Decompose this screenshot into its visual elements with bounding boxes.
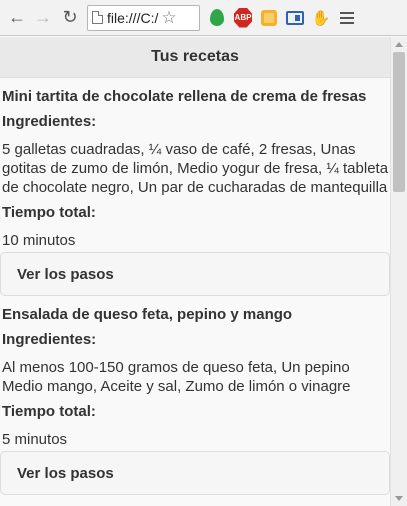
recipe-title: Ensalada de queso feta, pepino y mango xyxy=(2,306,293,323)
page-viewport: Tus recetas Mini tartita de chocolate re… xyxy=(0,37,390,506)
menu-icon[interactable] xyxy=(340,11,354,24)
time-value: 10 minutos xyxy=(2,232,76,249)
scrollbar-thumb[interactable] xyxy=(393,52,405,192)
time-value: 5 minutos xyxy=(2,431,68,448)
view-steps-button[interactable]: Ver los pasos xyxy=(0,451,390,495)
view-steps-button[interactable]: Ver los pasos xyxy=(0,252,390,296)
ingredients-text: 5 galletas cuadradas, ¼ vaso de café, 2 … xyxy=(2,141,389,196)
page-title: Tus recetas xyxy=(0,37,390,78)
cube-extension-icon[interactable] xyxy=(260,9,278,27)
leaf-extension-icon[interactable] xyxy=(208,9,226,27)
recipe-card: Mini tartita de chocolate rellena de cre… xyxy=(0,78,390,296)
forward-arrow-icon[interactable]: → xyxy=(32,7,54,29)
address-bar[interactable]: file:///C:/ ☆ xyxy=(87,4,200,31)
ingredients-text: Al menos 100-150 gramos de queso feta, U… xyxy=(2,359,351,395)
recipe-card: Ensalada de queso feta, pepino y mango I… xyxy=(0,296,390,495)
time-label: Tiempo total: xyxy=(2,204,96,221)
browser-toolbar: ← → ↻ file:///C:/ ☆ ABP ✋ xyxy=(0,0,407,36)
hand-extension-icon[interactable]: ✋ xyxy=(312,9,331,27)
back-arrow-icon[interactable]: ← xyxy=(6,7,28,29)
scroll-down-icon[interactable] xyxy=(395,496,403,501)
page-icon xyxy=(92,11,103,24)
vertical-scrollbar[interactable] xyxy=(390,37,407,506)
url-text: file:///C:/ xyxy=(107,9,159,26)
screenshot-extension-icon[interactable] xyxy=(286,9,304,27)
ingredients-label: Ingredientes: xyxy=(2,113,97,130)
ingredients-label: Ingredientes: xyxy=(2,331,97,348)
recipe-title: Mini tartita de chocolate rellena de cre… xyxy=(2,88,367,105)
time-label: Tiempo total: xyxy=(2,403,96,420)
adblock-plus-icon[interactable]: ABP xyxy=(234,7,252,28)
bookmark-star-icon[interactable]: ☆ xyxy=(161,9,176,26)
scroll-up-icon[interactable] xyxy=(395,42,403,47)
reload-icon[interactable]: ↻ xyxy=(59,7,81,29)
